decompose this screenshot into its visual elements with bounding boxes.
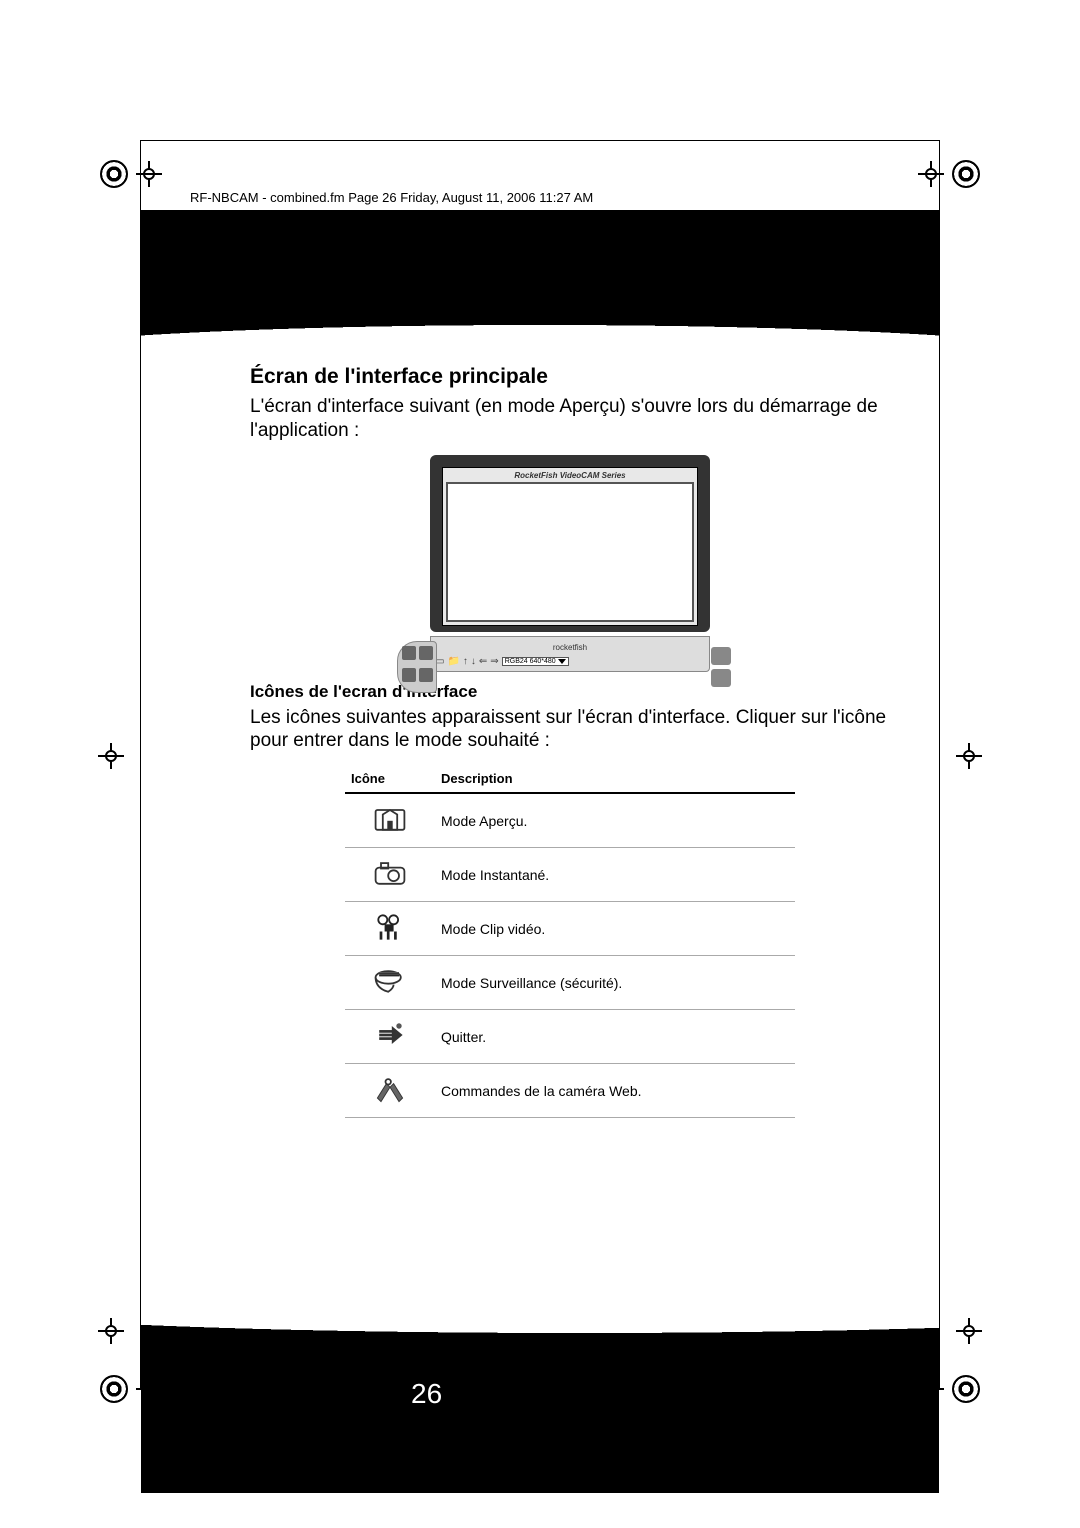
app-window-title: RocketFish VideoCAM Series — [446, 471, 694, 480]
next-arrow-icon[interactable]: ⇒ — [490, 656, 498, 667]
toolbar-right-icons — [707, 641, 735, 693]
crop-mark — [958, 1320, 980, 1342]
subsection-paragraph: Les icônes suivantes apparaissent sur l'… — [250, 706, 890, 754]
document-header: RF-NBCAM - combined.fm Page 26 Friday, A… — [190, 190, 593, 205]
surveillance-mode-icon — [372, 966, 408, 996]
app-brand: rocketfish — [435, 643, 705, 652]
table-cell-desc: Quitter. — [435, 1010, 795, 1064]
folder-icon[interactable]: 📁 — [447, 656, 459, 667]
icon-description-table: Icône Description Mode Aperçu. Mode Inst… — [345, 765, 795, 1118]
page-content: Écran de l'interface principale L'écran … — [250, 365, 890, 1118]
app-screenshot: RocketFish VideoCAM Series rocketfish ▭ … — [430, 455, 710, 672]
snapshot-mode-icon — [372, 858, 408, 888]
down-arrow-icon[interactable]: ↓ — [471, 656, 476, 667]
exit-icon — [372, 1020, 408, 1050]
footer-band: 26 — [141, 1333, 939, 1493]
subsection-heading: Icônes de l'ecran d'interface — [250, 682, 890, 702]
snapshot-mode-icon[interactable] — [419, 646, 433, 660]
webcam-controls-icon — [372, 1074, 408, 1104]
table-row: Quitter. — [345, 1010, 795, 1064]
table-row: Mode Clip vidéo. — [345, 902, 795, 956]
section-heading: Écran de l'interface principale — [250, 365, 890, 389]
table-row: Mode Surveillance (sécurité). — [345, 956, 795, 1010]
resolution-dropdown[interactable]: RGB24 640*480 — [502, 657, 569, 666]
settings-icon[interactable] — [711, 669, 731, 687]
crop-mark — [100, 745, 122, 767]
prev-arrow-icon[interactable]: ⇐ — [479, 656, 487, 667]
section-paragraph: L'écran d'interface suivant (en mode Ape… — [250, 395, 890, 443]
table-header-description: Description — [435, 765, 795, 793]
surveillance-mode-icon[interactable] — [419, 668, 433, 682]
table-cell-desc: Mode Instantané. — [435, 848, 795, 902]
up-arrow-icon[interactable]: ↑ — [463, 656, 468, 667]
preview-mode-icon — [372, 804, 408, 834]
crop-mark — [958, 745, 980, 767]
crop-mark — [100, 160, 160, 188]
preview-mode-icon[interactable] — [402, 646, 416, 660]
crop-mark — [920, 160, 980, 188]
crop-mark — [100, 1320, 122, 1342]
preview-area — [446, 482, 694, 622]
table-header-icon: Icône — [345, 765, 435, 793]
table-cell-desc: Mode Surveillance (sécurité). — [435, 956, 795, 1010]
videoclip-mode-icon — [372, 912, 408, 942]
table-cell-desc: Mode Clip vidéo. — [435, 902, 795, 956]
table-row: Commandes de la caméra Web. — [345, 1064, 795, 1118]
videoclip-mode-icon[interactable] — [402, 668, 416, 682]
table-row: Mode Aperçu. — [345, 793, 795, 848]
table-cell-desc: Commandes de la caméra Web. — [435, 1064, 795, 1118]
app-toolbar: rocketfish ▭ 📁 ↑ ↓ ⇐ ⇒ RGB24 640*480 — [430, 636, 710, 672]
table-cell-desc: Mode Aperçu. — [435, 793, 795, 848]
page-number: 26 — [411, 1378, 442, 1410]
exit-icon[interactable] — [711, 647, 731, 665]
header-band — [141, 210, 939, 325]
table-row: Mode Instantané. — [345, 848, 795, 902]
toolbar-mode-icons — [397, 641, 437, 693]
